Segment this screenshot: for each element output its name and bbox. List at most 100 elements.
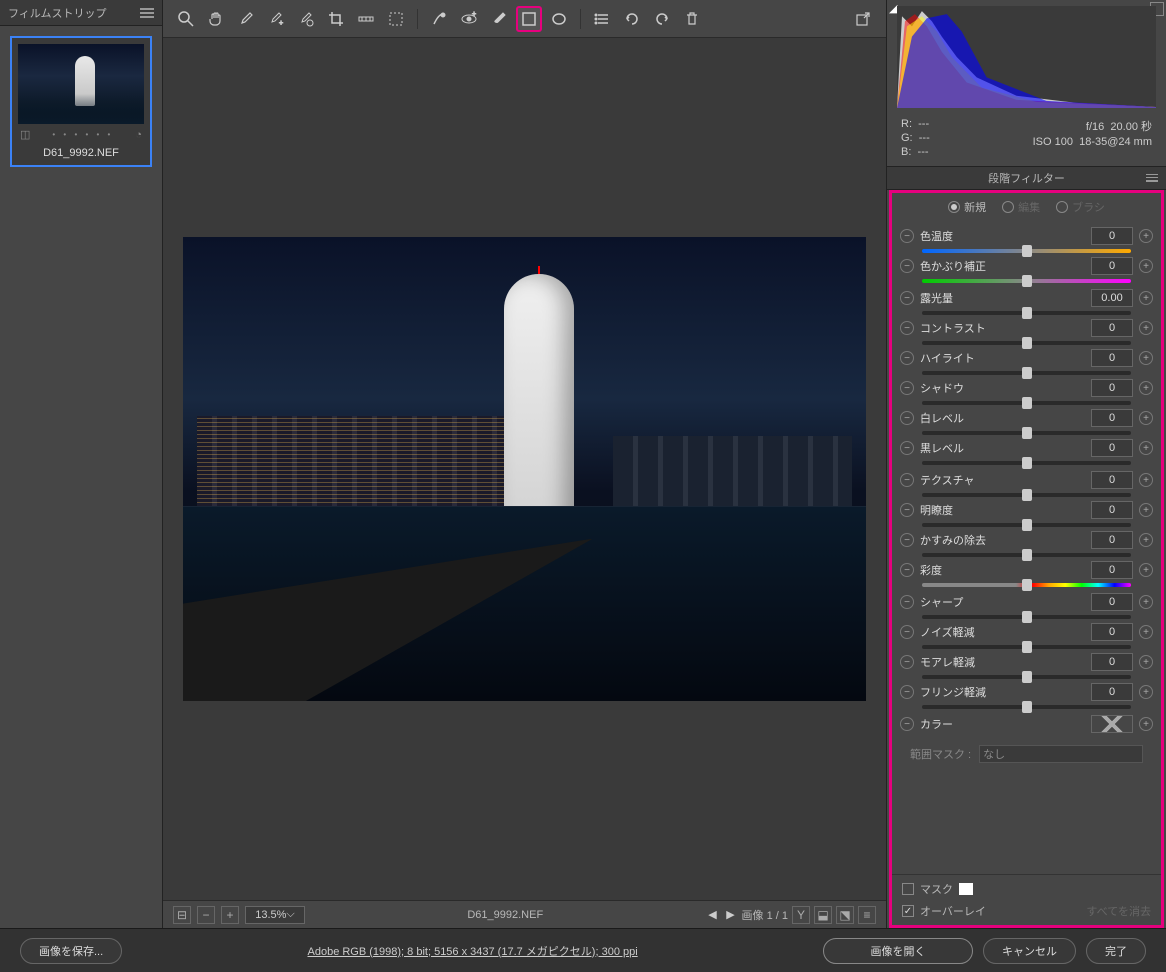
slider-track[interactable] bbox=[922, 431, 1131, 435]
redeye-icon[interactable]: + bbox=[456, 6, 482, 32]
slider-thumb[interactable] bbox=[1022, 275, 1032, 287]
slider-plus-icon[interactable]: + bbox=[1139, 503, 1153, 517]
slider-plus-icon[interactable]: + bbox=[1139, 625, 1153, 639]
color-minus-icon[interactable]: − bbox=[900, 717, 914, 731]
overlay-checkbox[interactable] bbox=[902, 905, 914, 917]
slider-plus-icon[interactable]: + bbox=[1139, 563, 1153, 577]
slider-minus-icon[interactable]: − bbox=[900, 503, 914, 517]
slider-plus-icon[interactable]: + bbox=[1139, 441, 1153, 455]
slider-thumb[interactable] bbox=[1022, 457, 1032, 469]
slider-plus-icon[interactable]: + bbox=[1139, 351, 1153, 365]
eyedropper-plus-icon[interactable]: + bbox=[263, 6, 289, 32]
range-mask-select[interactable]: なし bbox=[979, 745, 1143, 763]
slider-thumb[interactable] bbox=[1022, 549, 1032, 561]
slider-minus-icon[interactable]: − bbox=[900, 411, 914, 425]
slider-minus-icon[interactable]: − bbox=[900, 441, 914, 455]
next-image-icon[interactable]: ▶ bbox=[724, 908, 738, 922]
slider-value-input[interactable] bbox=[1091, 289, 1133, 307]
slider-minus-icon[interactable]: − bbox=[900, 381, 914, 395]
slider-track[interactable] bbox=[922, 553, 1131, 557]
list-icon[interactable] bbox=[589, 6, 615, 32]
zoom-out-icon[interactable]: − bbox=[197, 906, 215, 924]
eyedropper-white-icon[interactable] bbox=[233, 6, 259, 32]
done-button[interactable]: 完了 bbox=[1086, 938, 1146, 964]
slider-value-input[interactable] bbox=[1091, 561, 1133, 579]
slider-minus-icon[interactable]: − bbox=[900, 563, 914, 577]
slider-track[interactable] bbox=[922, 583, 1131, 587]
slider-plus-icon[interactable]: + bbox=[1139, 259, 1153, 273]
slider-minus-icon[interactable]: − bbox=[900, 655, 914, 669]
slider-value-input[interactable] bbox=[1091, 623, 1133, 641]
image-info-link[interactable]: Adobe RGB (1998); 8 bit; 5156 x 3437 (17… bbox=[134, 943, 811, 959]
prev-image-icon[interactable]: ◀ bbox=[706, 908, 720, 922]
slider-track[interactable] bbox=[922, 675, 1131, 679]
slider-thumb[interactable] bbox=[1022, 489, 1032, 501]
slider-value-input[interactable] bbox=[1091, 593, 1133, 611]
slider-track[interactable] bbox=[922, 401, 1131, 405]
open-external-icon[interactable] bbox=[850, 6, 876, 32]
crop-icon[interactable] bbox=[323, 6, 349, 32]
slider-value-input[interactable] bbox=[1091, 379, 1133, 397]
slider-value-input[interactable] bbox=[1091, 501, 1133, 519]
slider-plus-icon[interactable]: + bbox=[1139, 321, 1153, 335]
save-image-button[interactable]: 画像を保存... bbox=[20, 938, 122, 964]
clear-all-button[interactable]: すべてを消去 bbox=[1086, 903, 1151, 919]
slider-thumb[interactable] bbox=[1022, 641, 1032, 653]
slider-thumb[interactable] bbox=[1022, 397, 1032, 409]
slider-value-input[interactable] bbox=[1091, 531, 1133, 549]
panel-menu-icon[interactable] bbox=[1146, 174, 1158, 182]
cancel-button[interactable]: キャンセル bbox=[983, 938, 1076, 964]
slider-value-input[interactable] bbox=[1091, 227, 1133, 245]
slider-minus-icon[interactable]: − bbox=[900, 291, 914, 305]
slider-plus-icon[interactable]: + bbox=[1139, 595, 1153, 609]
slider-plus-icon[interactable]: + bbox=[1139, 229, 1153, 243]
spot-heal-icon[interactable] bbox=[426, 6, 452, 32]
slider-minus-icon[interactable]: − bbox=[900, 595, 914, 609]
slider-thumb[interactable] bbox=[1022, 307, 1032, 319]
canvas-area[interactable] bbox=[163, 38, 886, 900]
slider-track[interactable] bbox=[922, 493, 1131, 497]
slider-track[interactable] bbox=[922, 645, 1131, 649]
graduated-filter-icon[interactable] bbox=[516, 6, 542, 32]
slider-track[interactable] bbox=[922, 341, 1131, 345]
zoom-icon[interactable] bbox=[173, 6, 199, 32]
slider-thumb[interactable] bbox=[1022, 519, 1032, 531]
slider-minus-icon[interactable]: − bbox=[900, 321, 914, 335]
compare-split-icon[interactable]: ⬓ bbox=[814, 906, 832, 924]
hand-icon[interactable] bbox=[203, 6, 229, 32]
mask-checkbox[interactable] bbox=[902, 883, 914, 895]
slider-track[interactable] bbox=[922, 615, 1131, 619]
slider-minus-icon[interactable]: − bbox=[900, 473, 914, 487]
slider-thumb[interactable] bbox=[1022, 671, 1032, 683]
slider-track[interactable] bbox=[922, 371, 1131, 375]
slider-plus-icon[interactable]: + bbox=[1139, 685, 1153, 699]
slider-value-input[interactable] bbox=[1091, 409, 1133, 427]
presets-icon[interactable]: ≡ bbox=[858, 906, 876, 924]
slider-minus-icon[interactable]: − bbox=[900, 533, 914, 547]
compare-swap-icon[interactable]: ⬔ bbox=[836, 906, 854, 924]
slider-plus-icon[interactable]: + bbox=[1139, 381, 1153, 395]
zoom-in-icon[interactable]: + bbox=[221, 906, 239, 924]
slider-minus-icon[interactable]: − bbox=[900, 259, 914, 273]
slider-plus-icon[interactable]: + bbox=[1139, 411, 1153, 425]
rotate-cw-icon[interactable] bbox=[649, 6, 675, 32]
slider-track[interactable] bbox=[922, 461, 1131, 465]
slider-value-input[interactable] bbox=[1091, 349, 1133, 367]
eyedropper-target-icon[interactable] bbox=[293, 6, 319, 32]
slider-thumb[interactable] bbox=[1022, 245, 1032, 257]
slider-value-input[interactable] bbox=[1091, 439, 1133, 457]
slider-value-input[interactable] bbox=[1091, 257, 1133, 275]
slider-thumb[interactable] bbox=[1022, 367, 1032, 379]
slider-thumb[interactable] bbox=[1022, 579, 1032, 591]
slider-thumb[interactable] bbox=[1022, 337, 1032, 349]
slider-track[interactable] bbox=[922, 311, 1131, 315]
color-swatch[interactable] bbox=[1091, 715, 1133, 733]
trash-icon[interactable] bbox=[679, 6, 705, 32]
slider-track[interactable] bbox=[922, 279, 1131, 283]
radial-filter-icon[interactable] bbox=[546, 6, 572, 32]
mode-new-radio[interactable]: 新規 bbox=[948, 199, 986, 215]
slider-plus-icon[interactable]: + bbox=[1139, 533, 1153, 547]
straighten-icon[interactable] bbox=[353, 6, 379, 32]
slider-thumb[interactable] bbox=[1022, 427, 1032, 439]
mask-color-swatch[interactable] bbox=[959, 883, 973, 895]
